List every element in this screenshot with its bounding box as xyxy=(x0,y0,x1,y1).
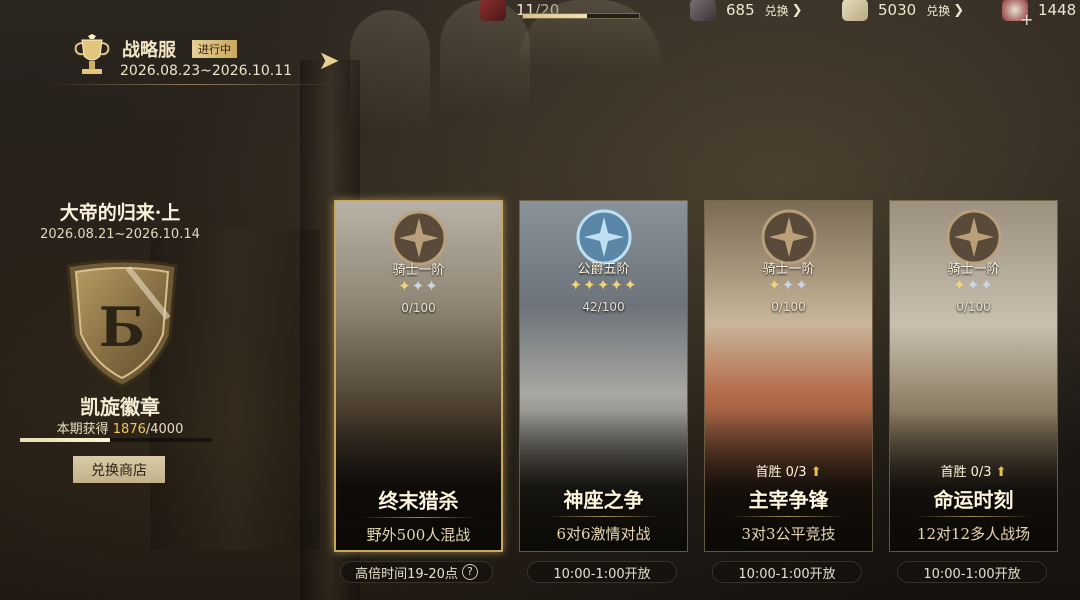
schedule-text: 高倍时间19-20点 xyxy=(355,566,458,582)
currency2-amount: 5030 xyxy=(878,1,917,19)
star-icon: ✦ xyxy=(596,276,611,294)
schedule-text: 10:00-1:00开放 xyxy=(923,566,1021,582)
first-win-counter: 首胜 0/3 ⬆ xyxy=(890,461,1057,480)
star-icon: ✦ xyxy=(583,276,597,294)
mode-subtitle: 6对6激情对战 xyxy=(556,525,651,543)
season-dates: 2026.08.23~2026.10.11 xyxy=(120,63,293,79)
schedule-text: 10:00-1:00开放 xyxy=(553,566,651,582)
arrow-up-icon: ⬆ xyxy=(995,465,1007,480)
badge-current: 1876 xyxy=(112,422,146,437)
star-icon: ✦ xyxy=(623,276,638,294)
star-icon: ✦ xyxy=(569,276,584,294)
schedule-pill: 10:00-1:00开放 xyxy=(712,561,862,583)
schedule-pill: 10:00-1:00开放 xyxy=(897,561,1047,583)
divider xyxy=(48,84,338,85)
rank-progress: 42/100 xyxy=(582,300,625,314)
mode-card[interactable]: 骑士一阶 ✦✦✦ 0/100 终末猎杀 野外500人混战 xyxy=(334,200,503,552)
window-arch xyxy=(350,10,430,130)
mode-subtitle: 3对3公平竞技 xyxy=(741,525,836,543)
rank-stars: ✦✦✦ xyxy=(705,276,872,294)
currency2-resource[interactable]: 5030 兑换 ❯ xyxy=(842,0,965,21)
currency1-resource[interactable]: 685 兑换 ❯ xyxy=(690,0,803,21)
mode-title: 神座之争 xyxy=(563,488,644,512)
chevron-right-icon: ❯ xyxy=(953,2,965,18)
ore-chest-icon xyxy=(480,0,506,21)
event-dates: 2026.08.21~2026.10.14 xyxy=(40,227,200,242)
rank-label: 骑士一阶 xyxy=(947,262,1000,277)
currency3-resource[interactable]: 1448 xyxy=(1002,0,1077,21)
first-win-text: 首胜 0/3 xyxy=(940,465,992,480)
rank-label: 公爵五阶 xyxy=(577,262,630,277)
help-icon[interactable]: ? xyxy=(461,564,478,580)
star-icon: ✦ xyxy=(795,276,809,294)
season-header[interactable]: 战略服 进行中 2026.08.23~2026.10.11 ➤ xyxy=(48,30,348,94)
stamina-bar xyxy=(522,13,640,19)
shield-badge-icon[interactable]: Б xyxy=(58,258,186,392)
rank-progress: 0/100 xyxy=(401,301,436,315)
rank-label: 骑士一阶 xyxy=(392,263,445,278)
currency1-exchange-button[interactable]: 兑换 xyxy=(765,2,789,19)
currency3-amount: 1448 xyxy=(1038,1,1077,19)
star-icon: ✦ xyxy=(953,276,967,294)
star-icon: ✦ xyxy=(425,277,439,295)
badge-letter: Б xyxy=(99,295,145,359)
divider xyxy=(361,517,476,518)
season-name: 战略服 xyxy=(122,40,176,61)
divider xyxy=(545,516,662,517)
rank-progress: 0/100 xyxy=(956,300,991,314)
trophy-icon xyxy=(74,34,110,74)
scroll-icon xyxy=(842,0,868,21)
stamina-bar-fill xyxy=(523,14,587,18)
mode-card[interactable]: 骑士一阶 ✦✦✦ 0/100 首胜 0/3 ⬆ 主宰争锋 3对3公平竞技 xyxy=(704,200,873,552)
badge-max: /4000 xyxy=(145,422,184,437)
schedule-pill: 高倍时间19-20点? xyxy=(340,561,493,583)
mode-title: 主宰争锋 xyxy=(748,488,829,512)
rank-label: 骑士一阶 xyxy=(762,262,815,277)
schedule-text: 10:00-1:00开放 xyxy=(738,566,836,582)
currency2-exchange-button[interactable]: 兑换 xyxy=(926,2,950,19)
exchange-shop-button[interactable]: 兑换商店 xyxy=(73,456,165,483)
badge-progress-bar xyxy=(20,438,212,442)
divider xyxy=(915,516,1032,517)
star-icon: ✦ xyxy=(411,277,426,295)
rank-stars: ✦✦✦ xyxy=(890,276,1057,294)
rank-stars: ✦✦✦✦✦ xyxy=(520,276,687,294)
mode-card[interactable]: 骑士一阶 ✦✦✦ 0/100 首胜 0/3 ⬆ 命运时刻 12对12多人战场 xyxy=(889,200,1058,552)
first-win-text: 首胜 0/3 xyxy=(755,465,807,480)
add-icon[interactable]: + xyxy=(1020,10,1033,29)
chevron-right-icon: ❯ xyxy=(791,2,803,18)
mode-subtitle: 12对12多人战场 xyxy=(916,525,1031,543)
badge-progress-fill xyxy=(20,438,111,442)
season-status-badge: 进行中 xyxy=(192,40,237,58)
mode-subtitle: 野外500人混战 xyxy=(366,526,471,544)
currency1-amount: 685 xyxy=(726,1,755,19)
star-icon: ✦ xyxy=(768,276,782,294)
badge-earned-label: 本期获得 xyxy=(56,422,113,437)
mode-card[interactable]: 公爵五阶 ✦✦✦✦✦ 42/100 神座之争 6对6激情对战 xyxy=(519,200,688,552)
star-icon: ✦ xyxy=(966,276,981,294)
star-icon: ✦ xyxy=(398,277,412,295)
badge-name: 凯旋徽章 xyxy=(80,395,160,419)
chevron-right-icon[interactable]: ➤ xyxy=(318,46,340,76)
ore-chest-icon xyxy=(690,0,716,21)
badge-progress-text: 本期获得 1876/4000 xyxy=(0,418,240,437)
mode-title: 终末猎杀 xyxy=(378,489,459,513)
divider xyxy=(730,516,847,517)
rank-stars: ✦✦✦ xyxy=(336,277,501,295)
star-icon: ✦ xyxy=(781,276,796,294)
mode-title: 命运时刻 xyxy=(933,488,1014,512)
schedule-pill: 10:00-1:00开放 xyxy=(527,561,677,583)
arrow-up-icon: ⬆ xyxy=(810,465,822,480)
rank-progress: 0/100 xyxy=(771,300,806,314)
first-win-counter: 首胜 0/3 ⬆ xyxy=(705,461,872,480)
star-icon: ✦ xyxy=(980,276,994,294)
event-title: 大帝的归来·上 xyxy=(59,202,181,224)
star-icon: ✦ xyxy=(610,276,624,294)
